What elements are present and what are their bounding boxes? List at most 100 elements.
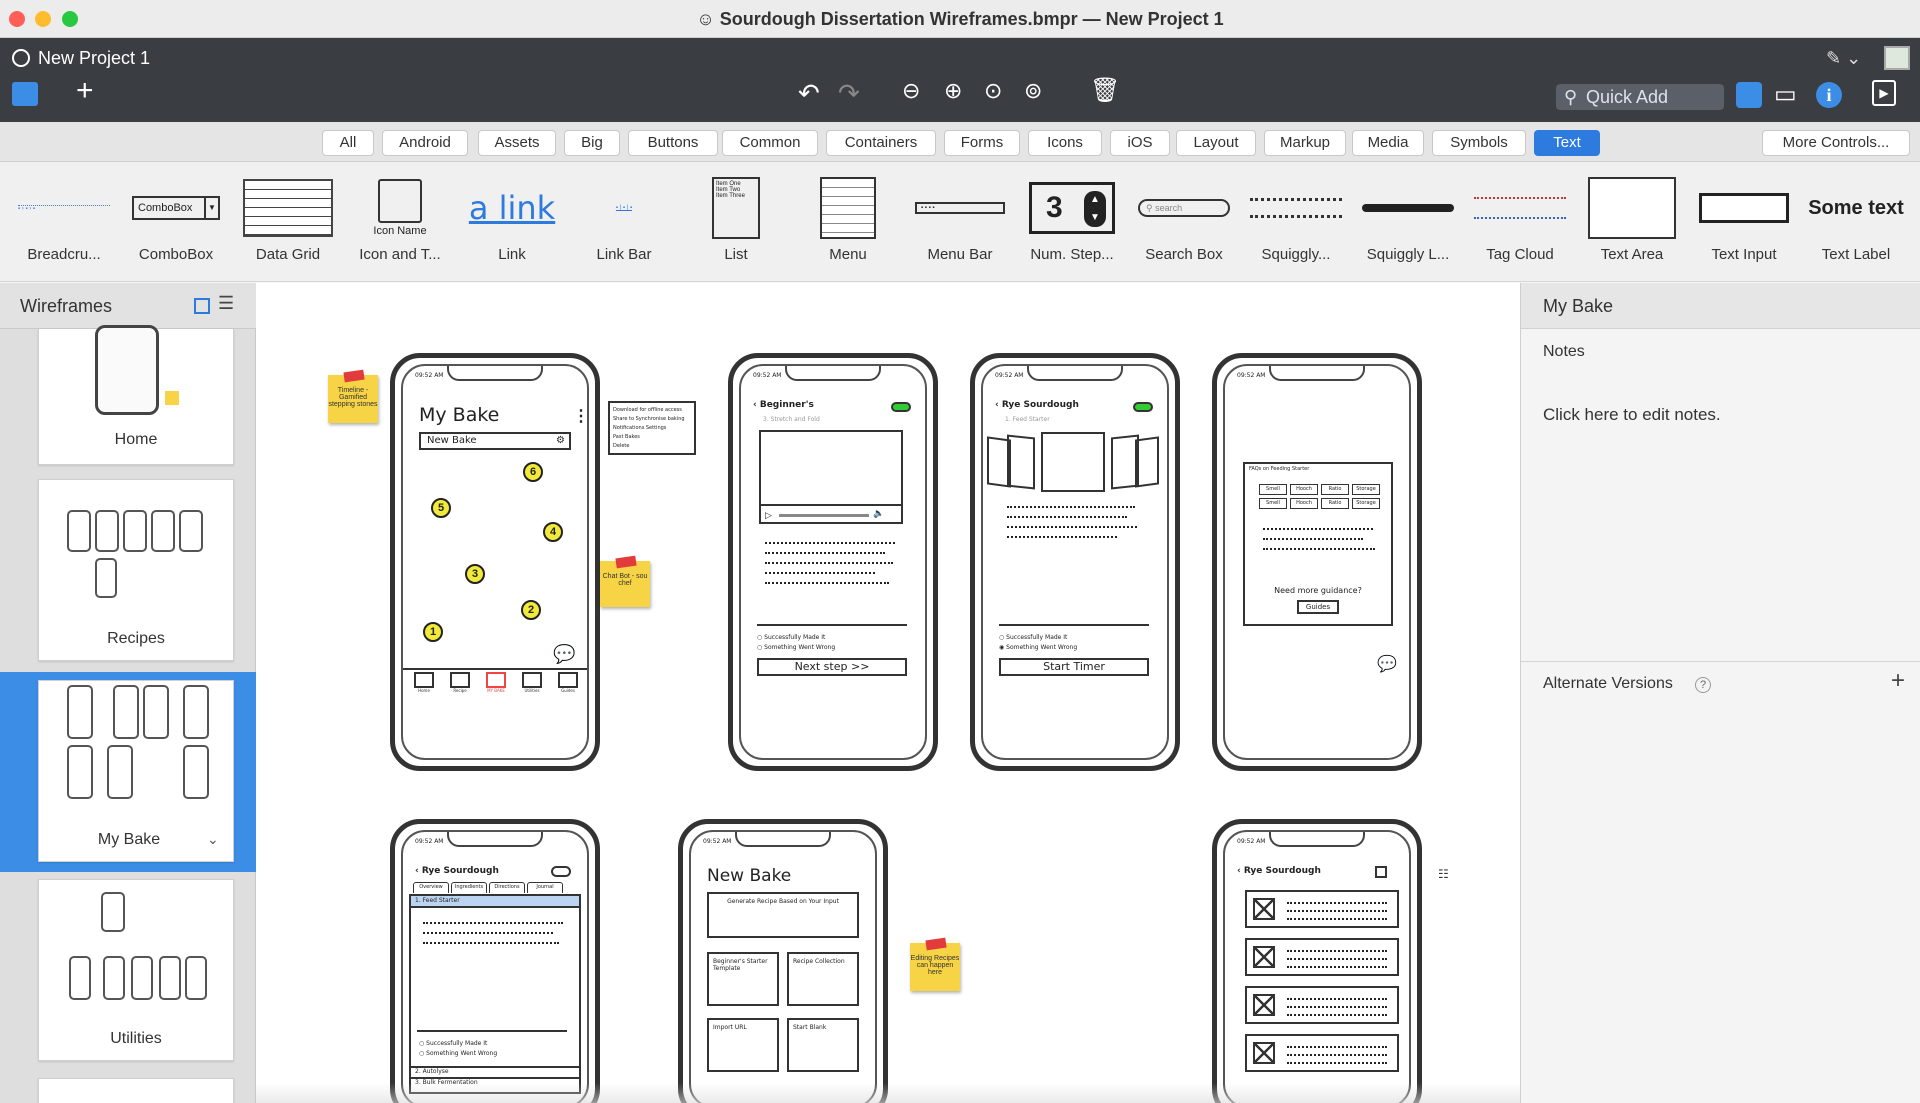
start-blank-card[interactable]: Start Blank bbox=[787, 1018, 859, 1072]
library-item-squiggly-text[interactable]: Squiggly... bbox=[1240, 162, 1352, 282]
list-item[interactable] bbox=[1245, 890, 1399, 928]
category-buttons[interactable]: Buttons bbox=[628, 130, 718, 156]
library-item-text-area[interactable]: Text Area bbox=[1576, 162, 1688, 282]
bottom-tab-utilities[interactable]: Utilities bbox=[517, 672, 547, 693]
bottom-tab-guides[interactable]: Guides bbox=[553, 672, 583, 693]
faq-tag[interactable]: Ratio bbox=[1321, 484, 1349, 495]
notes-editor[interactable]: Click here to edit notes. bbox=[1543, 405, 1721, 425]
category-big[interactable]: Big bbox=[564, 130, 620, 156]
category-forms[interactable]: Forms bbox=[944, 130, 1020, 156]
phone-my-bake[interactable]: 09:52 AM My Bake ⋮ New Bake ⚙ 6 5 4 3 2 1… bbox=[390, 353, 600, 771]
sidebar-item-my-bake[interactable]: My Bake ⌄ bbox=[0, 672, 256, 872]
faq-tag[interactable]: Smell bbox=[1259, 498, 1287, 509]
phone-rye-recipe[interactable]: 09:52 AM ‹ Rye Sourdough Overview Ingredi… bbox=[390, 819, 600, 1103]
chat-icon[interactable]: 💬 bbox=[1377, 654, 1397, 674]
project-name[interactable]: New Project 1 bbox=[12, 48, 150, 69]
bottom-tab-my-bake[interactable]: MY BAKE bbox=[481, 672, 511, 693]
timeline-step-1[interactable]: 1 bbox=[423, 622, 443, 642]
more-options-icon[interactable]: ⋮ bbox=[573, 406, 587, 426]
image-carousel[interactable] bbox=[987, 432, 1163, 492]
timeline-step-3[interactable]: 3 bbox=[465, 564, 485, 584]
zoom-fit-icon[interactable]: ⊚ bbox=[1024, 78, 1042, 104]
phone-beginners[interactable]: 09:52 AM ‹ Beginner's 3. Stretch and Fol… bbox=[728, 353, 938, 771]
presentation-play-icon[interactable]: ▶ bbox=[1872, 80, 1896, 106]
trash-icon[interactable]: 🗑 bbox=[1090, 76, 1120, 105]
redo-icon[interactable]: ↷ bbox=[838, 78, 860, 109]
bookmark-icon[interactable] bbox=[1375, 866, 1387, 878]
pencil-icon[interactable]: ✎ ⌄ bbox=[1826, 48, 1861, 69]
library-item-numeric-stepper[interactable]: 3 ▲ ▼ Num. Step... bbox=[1016, 162, 1128, 282]
menu-item[interactable]: Notifications Settings bbox=[613, 424, 691, 433]
timeline-step-2[interactable]: 2 bbox=[521, 600, 541, 620]
library-item-search-box[interactable]: ⚲ search Search Box bbox=[1128, 162, 1240, 282]
category-common[interactable]: Common bbox=[722, 130, 818, 156]
library-item-text-label[interactable]: Some text Text Label bbox=[1800, 162, 1912, 282]
more-controls-button[interactable]: More Controls... bbox=[1762, 130, 1910, 156]
user-avatar[interactable] bbox=[1884, 46, 1910, 70]
info-icon[interactable]: i bbox=[1816, 82, 1842, 108]
library-item-data-grid[interactable]: Data Grid bbox=[232, 162, 344, 282]
timeline-step-6[interactable]: 6 bbox=[523, 462, 543, 482]
accordion-header[interactable]: 1. Feed Starter bbox=[411, 896, 579, 908]
list-icon[interactable]: ☷ bbox=[1438, 867, 1449, 881]
chevron-down-icon[interactable]: ⌄ bbox=[207, 831, 219, 848]
menu-item[interactable]: Delete bbox=[613, 442, 691, 451]
recipe-tab-directions[interactable]: Directions bbox=[489, 882, 525, 893]
library-item-breadcrumbs[interactable]: ▪ › ▪ › ▪ Breadcru... bbox=[8, 162, 120, 282]
list-view-icon[interactable]: ☰ bbox=[218, 293, 234, 314]
library-item-menu[interactable]: Menu bbox=[792, 162, 904, 282]
zoom-in-icon[interactable]: ⊕ bbox=[944, 78, 962, 104]
bottom-tab-home[interactable]: Home bbox=[409, 672, 439, 693]
library-item-combobox[interactable]: ComboBox ▼ ComboBox bbox=[120, 162, 232, 282]
list-item[interactable] bbox=[1245, 986, 1399, 1024]
back-icon[interactable]: ‹ bbox=[995, 400, 1002, 410]
radio-made-it[interactable]: ○ Successfully Made It bbox=[419, 1040, 487, 1047]
list-item[interactable] bbox=[1245, 1034, 1399, 1072]
comments-icon[interactable]: ▭ bbox=[1774, 80, 1797, 109]
next-step-button[interactable]: Next step >> bbox=[757, 658, 907, 676]
library-item-link[interactable]: a link Link bbox=[456, 162, 568, 282]
category-layout[interactable]: Layout bbox=[1176, 130, 1256, 156]
category-media[interactable]: Media bbox=[1352, 130, 1424, 156]
recipe-collection-card[interactable]: Recipe Collection bbox=[787, 952, 859, 1006]
phone-rye-list[interactable]: 09:52 AM ‹ Rye Sourdough bbox=[1212, 819, 1422, 1103]
start-timer-button[interactable]: Start Timer bbox=[999, 658, 1149, 676]
sidebar-item-utilities[interactable]: Utilities bbox=[0, 879, 256, 1063]
sidebar-item-next[interactable] bbox=[0, 1078, 256, 1103]
import-url-card[interactable]: Import URL bbox=[707, 1018, 779, 1072]
back-icon[interactable]: ‹ bbox=[753, 400, 760, 410]
library-item-menu-bar[interactable]: ▪ ▪ ▪ ▪ Menu Bar bbox=[904, 162, 1016, 282]
menu-item[interactable]: Past Bakes bbox=[613, 433, 691, 442]
menu-item[interactable]: Download for offline access bbox=[613, 406, 691, 415]
faq-tag[interactable]: Smell bbox=[1259, 484, 1287, 495]
category-text[interactable]: Text bbox=[1534, 130, 1600, 156]
radio-made-it[interactable]: ○ Successfully Made It bbox=[999, 634, 1067, 641]
new-bake-input[interactable]: New Bake ⚙ bbox=[419, 432, 571, 450]
guides-button[interactable]: Guides bbox=[1297, 600, 1339, 614]
category-markup[interactable]: Markup bbox=[1264, 130, 1346, 156]
back-icon[interactable]: ‹ bbox=[1237, 866, 1244, 876]
category-all[interactable]: All bbox=[322, 130, 374, 156]
sticky-note-editing[interactable]: Editing Recipes can happen here bbox=[910, 943, 960, 991]
radio-went-wrong[interactable]: ○ Something Went Wrong bbox=[757, 644, 835, 651]
library-item-squiggly-line[interactable]: Squiggly L... bbox=[1352, 162, 1464, 282]
volume-icon[interactable]: 🔈 bbox=[873, 508, 884, 519]
library-item-link-bar[interactable]: ▪ | ▪ | ▪ Link Bar bbox=[568, 162, 680, 282]
sticky-note-chatbot[interactable]: Chat Bot - sou chef bbox=[600, 561, 650, 607]
category-ios[interactable]: iOS bbox=[1110, 130, 1170, 156]
category-android[interactable]: Android bbox=[382, 130, 468, 156]
wireframe-canvas[interactable]: 09:52 AM My Bake ⋮ New Bake ⚙ 6 5 4 3 2 1… bbox=[256, 283, 1520, 1103]
undo-icon[interactable]: ↶ bbox=[798, 78, 820, 109]
sticky-note-timeline[interactable]: Timeline - Gamified stepping stones bbox=[328, 375, 378, 423]
library-item-text-input[interactable]: Text Input bbox=[1688, 162, 1800, 282]
recipe-tab-overview[interactable]: Overview bbox=[413, 882, 449, 893]
toggle-switch[interactable] bbox=[1133, 402, 1153, 412]
faq-tag[interactable]: Storage bbox=[1352, 484, 1380, 495]
list-item[interactable] bbox=[1245, 938, 1399, 976]
faq-tag[interactable]: Ratio bbox=[1321, 498, 1349, 509]
generate-recipe-card[interactable]: Generate Recipe Based on Your Input bbox=[707, 892, 859, 938]
radio-made-it[interactable]: ○ Successfully Made It bbox=[757, 634, 825, 641]
back-icon[interactable]: ‹ bbox=[415, 866, 422, 876]
faq-tag[interactable]: Hooch bbox=[1290, 498, 1318, 509]
grid-view-icon[interactable] bbox=[194, 298, 210, 314]
